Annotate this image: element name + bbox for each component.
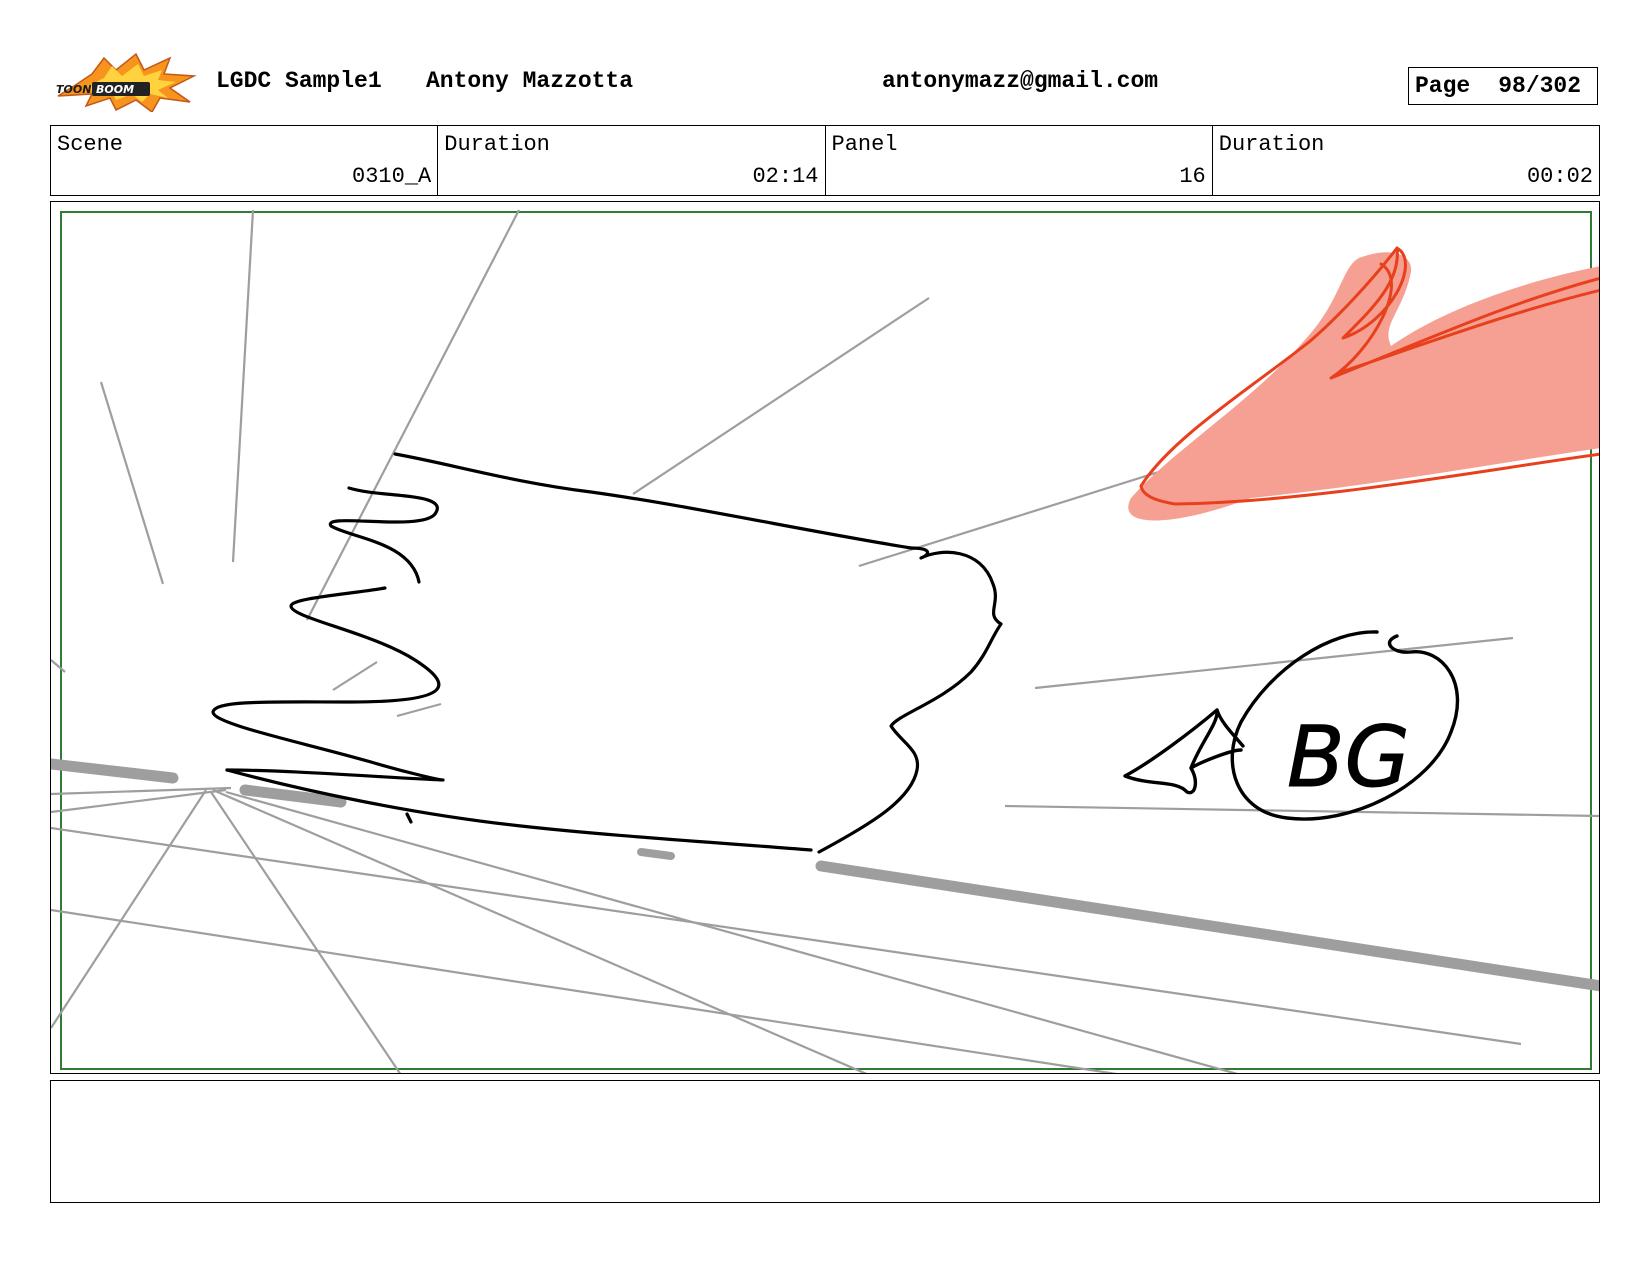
page-indicator: Page 98/302 [1408,67,1598,105]
toonboom-logo: TOON BOOM [52,52,198,114]
scene-cell: Scene 0310_A [51,126,439,195]
svg-text:TOON: TOON [56,83,91,96]
scene-label: Scene [57,132,124,157]
panel-duration-label: Duration [1218,132,1325,157]
panel-label: Panel [831,132,898,157]
scene-info-table: Scene 0310_A Duration 02:14 Panel 16 Dur… [50,125,1600,196]
scene-duration-cell: Duration 02:14 [438,126,826,195]
panel-duration-cell: Duration 00:02 [1213,126,1599,195]
wall-sketch [211,452,1003,854]
scene-duration-label: Duration [444,132,550,157]
page-label: Page [1415,73,1471,99]
bg-annotation-text: BG [1287,708,1410,806]
scene-value: 0310_A [352,164,432,189]
red-object [1128,246,1599,521]
panel-cell: Panel 16 [826,126,1213,195]
project-name: LGDC Sample1 [216,68,382,94]
author-email: antonymazz@gmail.com [882,68,1159,94]
page-number: 98/302 [1498,73,1582,99]
panel-sketch: BG [51,209,1599,1073]
svg-text:BOOM: BOOM [96,83,134,96]
storyboard-panel: BG [50,201,1600,1074]
scene-duration-value: 02:14 [752,164,819,189]
panel-duration-value: 00:02 [1526,164,1593,189]
notes-area [50,1080,1600,1203]
author-name: Antony Mazzotta [426,68,634,94]
left-arrow-icon [1123,708,1245,795]
panel-value: 16 [1179,164,1206,189]
